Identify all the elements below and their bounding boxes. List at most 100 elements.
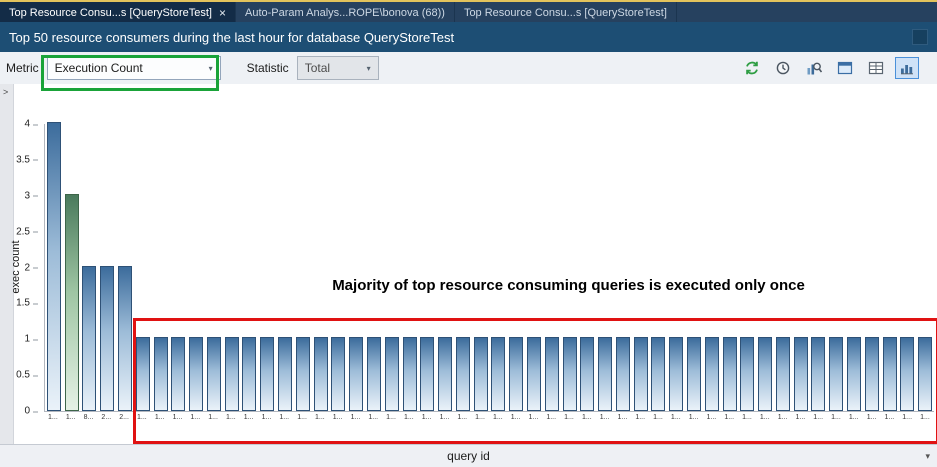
x-tick-label: 1... [614, 414, 632, 425]
close-icon[interactable]: × [219, 6, 226, 20]
bar-slot [703, 124, 721, 411]
bar[interactable] [634, 337, 648, 411]
bar-slot [632, 124, 650, 411]
bar[interactable] [296, 337, 310, 411]
bar[interactable] [616, 337, 630, 411]
bar[interactable] [420, 337, 434, 411]
bar[interactable] [580, 337, 594, 411]
bar[interactable] [314, 337, 328, 411]
expand-panel-icon[interactable]: > [3, 87, 8, 97]
bar-slot [312, 124, 330, 411]
bar[interactable] [349, 337, 363, 411]
tab-top-resource-consumers-2[interactable]: Top Resource Consu...s [QueryStoreTest] [455, 2, 677, 24]
x-tick-label: 1... [863, 414, 881, 425]
bar-slot [152, 124, 170, 411]
bar[interactable] [118, 266, 132, 412]
bar[interactable] [758, 337, 772, 411]
x-axis-labels: 1...1...8...2...2...1...1...1...1...1...… [44, 414, 934, 425]
x-tick-label: 1... [347, 414, 365, 425]
bar[interactable] [385, 337, 399, 411]
bar[interactable] [474, 337, 488, 411]
bar[interactable] [865, 337, 879, 411]
bar-slot [294, 124, 312, 411]
x-tick-label: 1... [44, 414, 62, 425]
metric-dropdown[interactable]: Execution Count ▾ [47, 56, 221, 80]
bar-slot [205, 124, 223, 411]
grid-view-icon[interactable] [864, 57, 888, 79]
y-tick-label: 0.5 [16, 370, 30, 381]
bar[interactable] [225, 337, 239, 411]
x-tick-label: 1... [542, 414, 560, 425]
bar[interactable] [651, 337, 665, 411]
x-tick-label: 1... [578, 414, 596, 425]
bar[interactable] [278, 337, 292, 411]
refresh-icon[interactable] [740, 57, 764, 79]
track-query-icon[interactable] [802, 57, 826, 79]
bar[interactable] [367, 337, 381, 411]
statistic-dropdown[interactable]: Total ▾ [297, 56, 379, 80]
bar[interactable] [545, 337, 559, 411]
x-axis-title: query id [447, 449, 490, 463]
bar[interactable] [136, 337, 150, 411]
bar[interactable] [47, 122, 61, 411]
bar[interactable] [82, 266, 96, 412]
tab-bar: Top Resource Consu...s [QueryStoreTest] … [0, 0, 937, 24]
bar-selected[interactable] [65, 194, 79, 411]
bar[interactable] [207, 337, 221, 411]
bar[interactable] [491, 337, 505, 411]
y-tick-label: 2.5 [16, 226, 30, 237]
bar[interactable] [563, 337, 577, 411]
clock-icon[interactable] [771, 57, 795, 79]
bar[interactable] [776, 337, 790, 411]
x-tick-label: 1... [525, 414, 543, 425]
bar[interactable] [527, 337, 541, 411]
x-tick-label: 1... [62, 414, 80, 425]
bar-slot [472, 124, 490, 411]
bar[interactable] [829, 337, 843, 411]
bar-slot [525, 124, 543, 411]
pane-view-icon[interactable] [833, 57, 857, 79]
bar[interactable] [189, 337, 203, 411]
bar[interactable] [811, 337, 825, 411]
bar[interactable] [705, 337, 719, 411]
bar[interactable] [669, 337, 683, 411]
bar[interactable] [242, 337, 256, 411]
bar-slot [330, 124, 348, 411]
bar-slot [98, 124, 116, 411]
bar-slot [738, 124, 756, 411]
x-tick-label: 1... [293, 414, 311, 425]
bar[interactable] [794, 337, 808, 411]
bar[interactable] [598, 337, 612, 411]
bar[interactable] [509, 337, 523, 411]
bar[interactable] [456, 337, 470, 411]
chevron-down-icon: ▾ [209, 64, 213, 73]
bar[interactable] [100, 266, 114, 412]
bar[interactable] [154, 337, 168, 411]
bar-slot [347, 124, 365, 411]
bar[interactable] [260, 337, 274, 411]
statistic-value: Total [305, 61, 330, 75]
bar-slot [578, 124, 596, 411]
bar-slot [436, 124, 454, 411]
x-axis-dropdown-icon[interactable]: ▾ [925, 451, 930, 462]
bar[interactable] [900, 337, 914, 411]
bar[interactable] [171, 337, 185, 411]
x-tick-label: 2... [97, 414, 115, 425]
bar[interactable] [687, 337, 701, 411]
bar[interactable] [740, 337, 754, 411]
bar[interactable] [847, 337, 861, 411]
bar[interactable] [403, 337, 417, 411]
x-tick-label: 1... [382, 414, 400, 425]
chart-view-icon[interactable] [895, 57, 919, 79]
tab-auto-param-analysis[interactable]: Auto-Param Analys...ROPE\bonova (68)) [236, 2, 455, 24]
bar-slot [685, 124, 703, 411]
tab-top-resource-consumers-1[interactable]: Top Resource Consu...s [QueryStoreTest] … [0, 2, 236, 24]
header-corner-icon[interactable] [912, 29, 928, 45]
bar[interactable] [723, 337, 737, 411]
bar-slot [169, 124, 187, 411]
bar[interactable] [883, 337, 897, 411]
bar[interactable] [331, 337, 345, 411]
bar[interactable] [438, 337, 452, 411]
y-tick-label: 0 [24, 406, 30, 417]
bar[interactable] [918, 337, 932, 411]
